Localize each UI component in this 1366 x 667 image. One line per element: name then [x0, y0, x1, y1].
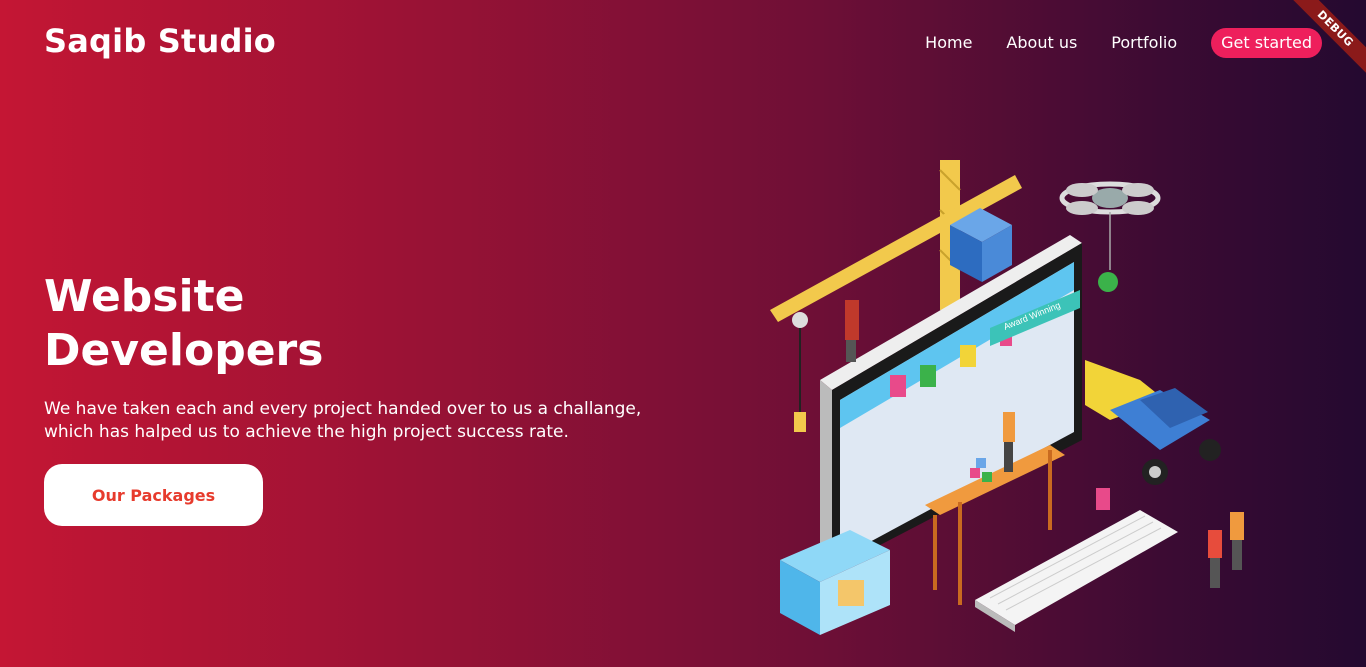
hero-description-line2: which has halped us to achieve the high … [44, 422, 569, 442]
brand-logo[interactable]: Saqib Studio [44, 22, 276, 60]
web-development-illustration: Award Winning [770, 160, 1244, 635]
main-nav: Home About us Portfolio Get started [891, 28, 1322, 58]
hero-description: We have taken each and every project han… [44, 398, 684, 444]
hero-title: Website Developers [44, 270, 323, 378]
nav-about-us[interactable]: About us [1006, 28, 1077, 58]
our-packages-button[interactable]: Our Packages [44, 464, 263, 526]
keyboard-icon [975, 510, 1178, 632]
nav-home[interactable]: Home [925, 28, 972, 58]
truck-icon [1085, 360, 1221, 485]
nav-portfolio[interactable]: Portfolio [1111, 28, 1177, 58]
get-started-button[interactable]: Get started [1211, 28, 1322, 58]
hero-description-line1: We have taken each and every project han… [44, 399, 642, 419]
hero-title-line2: Developers [44, 325, 324, 376]
hero-title-line1: Website [44, 271, 245, 322]
foundation-icon [780, 530, 890, 635]
